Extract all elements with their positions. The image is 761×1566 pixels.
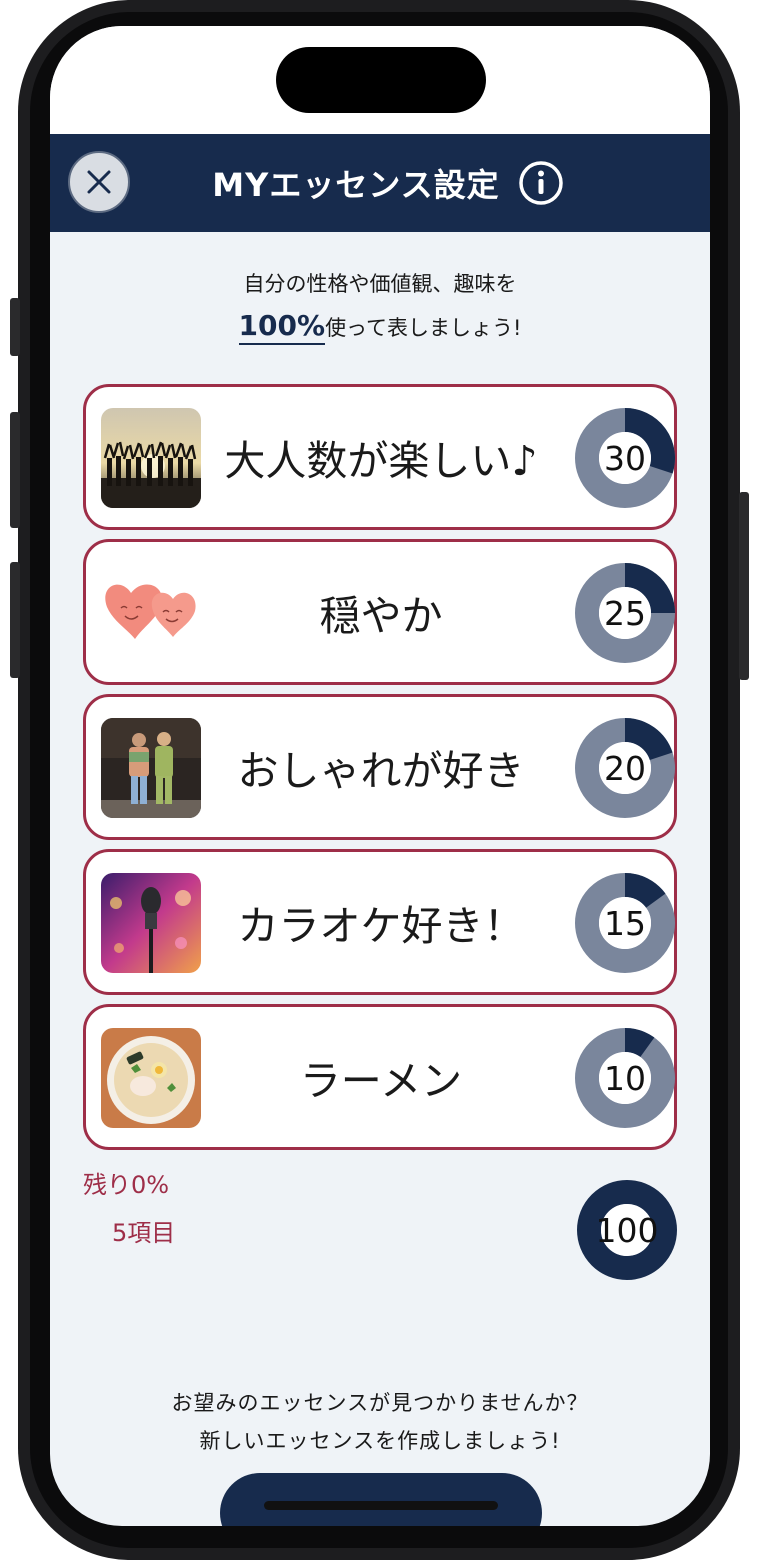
essence-label: カラオケ好き！ bbox=[237, 902, 525, 950]
essence-label: おしゃれが好き bbox=[237, 747, 525, 795]
essence-percent-value: 10 bbox=[604, 1058, 646, 1098]
essence-percent-ring: 25 bbox=[575, 563, 675, 663]
essence-label: 穏やか bbox=[319, 592, 443, 640]
intro-line-2-rest: 使って表しましょう! bbox=[325, 316, 522, 340]
essence-percent-ring: 10 bbox=[575, 1028, 675, 1128]
microphone-photo bbox=[101, 873, 201, 973]
essence-percent-value: 25 bbox=[604, 593, 646, 633]
create-prompt-line-2: 新しいエッセンスを作成しましょう! bbox=[199, 1429, 561, 1453]
power-button bbox=[739, 492, 749, 680]
intro-line-1: 自分の性格や価値観、趣味を bbox=[243, 272, 517, 296]
essence-card[interactable]: 穏やか 25 bbox=[83, 539, 677, 685]
essence-percent-ring: 30 bbox=[575, 408, 675, 508]
essence-list: 大人数が楽しい♪ 30 穏やか 25 おしゃれが好き 20 カラオケ好き！ 15… bbox=[83, 384, 677, 1159]
essence-card[interactable]: カラオケ好き！ 15 bbox=[83, 849, 677, 995]
close-icon bbox=[87, 170, 111, 194]
ramen-photo bbox=[101, 1028, 201, 1128]
fashion-couple-photo bbox=[101, 718, 201, 818]
item-count: 5項目 bbox=[112, 1219, 176, 1247]
essence-label: ラーメン bbox=[299, 1057, 463, 1105]
intro-line-2: 100%使って表しましょう! bbox=[50, 304, 710, 350]
app-header: MYエッセンス設定 bbox=[50, 134, 710, 232]
create-essence-button[interactable] bbox=[220, 1473, 542, 1526]
essence-card[interactable]: おしゃれが好き 20 bbox=[83, 694, 677, 840]
remaining-summary: 残り0% 5項目 bbox=[83, 1161, 175, 1257]
volume-up-button bbox=[10, 412, 20, 528]
essence-percent-value: 20 bbox=[604, 748, 646, 788]
essence-percent-ring: 15 bbox=[575, 873, 675, 973]
essence-percent-value: 15 bbox=[604, 903, 646, 943]
create-prompt: お望みのエッセンスが見つかりませんか？ 新しいエッセンスを作成しましょう! bbox=[50, 1384, 710, 1460]
header-title-group: MYエッセンス設定 bbox=[50, 134, 710, 232]
crowd-silhouette-photo bbox=[101, 408, 201, 508]
total-percent-value: 100 bbox=[595, 1210, 659, 1250]
page-title: MYエッセンス設定 bbox=[212, 166, 500, 204]
essence-percent-ring: 20 bbox=[575, 718, 675, 818]
close-button[interactable] bbox=[68, 151, 130, 213]
essence-percent-value: 30 bbox=[604, 438, 646, 478]
mute-switch bbox=[10, 298, 20, 356]
essence-card[interactable]: 大人数が楽しい♪ 30 bbox=[83, 384, 677, 530]
home-indicator[interactable] bbox=[264, 1501, 498, 1510]
status-bar bbox=[50, 26, 710, 134]
smiling-hearts-illustration bbox=[101, 563, 201, 663]
info-icon[interactable] bbox=[518, 160, 564, 206]
remaining-percent: 残り0% bbox=[83, 1171, 170, 1199]
intro-highlight-percent: 100% bbox=[238, 309, 326, 345]
essence-card[interactable]: ラーメン 10 bbox=[83, 1004, 677, 1150]
dynamic-island bbox=[276, 47, 486, 113]
essence-label: 大人数が楽しい♪ bbox=[224, 437, 538, 485]
screen: MYエッセンス設定 自分の性格や価値観、趣味を 100%使って表しましょう! 大… bbox=[50, 26, 710, 1526]
create-prompt-line-1: お望みのエッセンスが見つかりませんか？ bbox=[171, 1391, 589, 1415]
total-percent-ring: 100 bbox=[577, 1180, 677, 1280]
volume-down-button bbox=[10, 562, 20, 678]
intro-text: 自分の性格や価値観、趣味を 100%使って表しましょう! bbox=[50, 264, 710, 350]
